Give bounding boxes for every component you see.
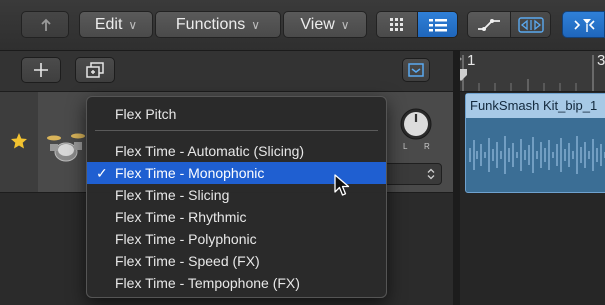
grid-view-button[interactable] bbox=[377, 12, 418, 37]
menu-item-label: Flex Time - Rhythmic bbox=[115, 209, 247, 225]
tool-segment bbox=[467, 11, 551, 38]
flex-time-icon bbox=[517, 16, 544, 33]
view-mode-segment bbox=[376, 11, 458, 38]
list-view-button[interactable] bbox=[418, 12, 457, 37]
flex-mode-popup-button[interactable] bbox=[380, 163, 442, 185]
menu-item-flex-time-automatic[interactable]: Flex Time - Automatic (Slicing) bbox=[87, 140, 386, 162]
checkmark-icon: ✓ bbox=[96, 165, 108, 181]
global-tracks-icon bbox=[408, 63, 424, 77]
waveform bbox=[469, 136, 605, 174]
menu-item-label: Flex Time - Speed (FX) bbox=[115, 253, 260, 269]
bar-ruler[interactable]: 1 3 bbox=[453, 51, 605, 92]
drum-kit-icon bbox=[47, 133, 85, 162]
edit-menu[interactable]: Edit ∨ bbox=[79, 11, 153, 38]
chevron-down-icon: ∨ bbox=[340, 17, 350, 32]
functions-menu-label: Functions bbox=[175, 15, 246, 33]
ruler-bar-3: 3 bbox=[597, 52, 605, 69]
mouse-pointer-icon bbox=[334, 174, 350, 196]
menu-item-label: Flex Time - Polyphonic bbox=[115, 231, 257, 247]
menu-item-label: Flex Pitch bbox=[115, 106, 177, 122]
menu-separator bbox=[95, 130, 378, 131]
menu-item-label: Flex Time - Slicing bbox=[115, 187, 230, 203]
menu-item-label: Flex Time - Tempophone (FX) bbox=[115, 275, 300, 291]
pan-label-r: R bbox=[424, 142, 430, 151]
ruler-bar-1: 1 bbox=[467, 52, 476, 69]
plus-icon bbox=[34, 63, 48, 77]
track-number-strip bbox=[0, 92, 38, 192]
automation-curve-icon bbox=[478, 18, 500, 31]
catch-button[interactable] bbox=[562, 11, 605, 38]
edit-menu-label: Edit bbox=[94, 15, 123, 33]
audio-region[interactable]: FunkSmash Kit_bip_1 bbox=[465, 93, 605, 193]
pan-label-l: L bbox=[403, 142, 408, 151]
global-tracks-button[interactable] bbox=[402, 58, 430, 82]
menu-item-flex-pitch[interactable]: Flex Pitch bbox=[87, 103, 386, 125]
flex-button[interactable] bbox=[511, 12, 550, 37]
pan-knob[interactable] bbox=[396, 106, 436, 150]
up-down-chevron-icon bbox=[427, 168, 435, 180]
view-menu[interactable]: View ∨ bbox=[283, 11, 367, 38]
grid-icon bbox=[390, 17, 403, 31]
control-bar: Edit ∨ Functions ∨ View ∨ bbox=[0, 0, 605, 51]
back-arrow-icon bbox=[41, 18, 51, 31]
chevron-down-icon: ∨ bbox=[251, 17, 261, 32]
view-menu-label: View bbox=[300, 15, 335, 33]
back-button[interactable] bbox=[21, 11, 69, 38]
menu-item-label: Flex Time - Automatic (Slicing) bbox=[115, 143, 305, 159]
add-track-button[interactable] bbox=[21, 57, 61, 83]
duplicate-track-icon bbox=[86, 62, 104, 78]
catch-playhead-icon bbox=[573, 18, 595, 32]
divider bbox=[453, 51, 460, 305]
star-icon[interactable] bbox=[10, 132, 28, 150]
track-list-header bbox=[0, 51, 460, 92]
menu-item-flex-time-tempophone[interactable]: Flex Time - Tempophone (FX) bbox=[87, 272, 386, 294]
menu-item-label: Flex Time - Monophonic bbox=[115, 165, 265, 181]
duplicate-track-button[interactable] bbox=[75, 57, 115, 83]
region-name: FunkSmash Kit_bip_1 bbox=[466, 94, 605, 118]
menu-item-flex-time-polyphonic[interactable]: Flex Time - Polyphonic bbox=[87, 228, 386, 250]
chevron-down-icon: ∨ bbox=[128, 17, 138, 32]
ruler-ticks bbox=[455, 53, 594, 91]
automation-button[interactable] bbox=[468, 12, 511, 37]
menu-item-flex-time-rhythmic[interactable]: Flex Time - Rhythmic bbox=[87, 206, 386, 228]
menu-item-flex-time-speed[interactable]: Flex Time - Speed (FX) bbox=[87, 250, 386, 272]
list-icon bbox=[428, 18, 447, 31]
functions-menu[interactable]: Functions ∨ bbox=[155, 11, 281, 38]
